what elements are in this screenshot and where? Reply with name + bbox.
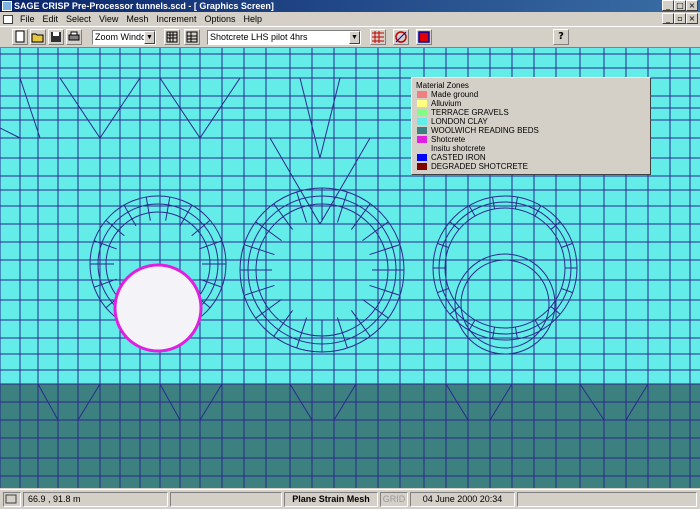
date-time: 04 June 2000 20:34 — [410, 492, 515, 507]
resize-grip-icon — [3, 492, 21, 507]
title-bar: SAGE CRISP Pre-Processor tunnels.scd - [… — [0, 0, 700, 12]
document-icon[interactable] — [3, 14, 13, 24]
table-view-icon[interactable] — [184, 29, 200, 45]
legend-label: WOOLWICH READING BEDS — [431, 126, 539, 135]
app-icon[interactable] — [2, 1, 12, 11]
doc-restore-button[interactable]: ▫ — [674, 13, 686, 24]
grid-toggle[interactable]: GRID — [380, 492, 408, 507]
legend-item: CASTED IRON — [416, 153, 646, 162]
zoom-select[interactable]: Zoom Window ▼ — [92, 30, 156, 45]
menu-mesh[interactable]: Mesh — [122, 12, 152, 26]
window-title: SAGE CRISP Pre-Processor tunnels.scd - [… — [14, 1, 274, 11]
status-empty-pane — [170, 492, 282, 507]
menu-bar: File Edit Select View Mesh Increment Opt… — [0, 12, 700, 26]
status-empty-pane — [517, 492, 697, 507]
legend-label: DEGRADED SHOTCRETE — [431, 162, 528, 171]
legend-title: Material Zones — [416, 81, 469, 90]
legend-swatch — [417, 145, 427, 152]
menu-select[interactable]: Select — [62, 12, 95, 26]
legend-label: Made ground — [431, 90, 479, 99]
legend-label: Shotcrete — [431, 135, 466, 144]
graphics-canvas[interactable]: Material Zones Made ground Alluvium TERRAC… — [0, 48, 700, 488]
legend-item: LONDON CLAY — [416, 117, 646, 126]
status-bar: 66.9 , 91.8 m Plane Strain Mesh GRID 04 … — [0, 489, 700, 509]
menu-increment[interactable]: Increment — [152, 12, 200, 26]
legend-swatch — [417, 109, 427, 116]
legend-item: DEGRADED SHOTCRETE — [416, 162, 646, 171]
chevron-down-icon[interactable]: ▼ — [144, 31, 155, 44]
legend-label: Alluvium — [431, 99, 462, 108]
menu-options[interactable]: Options — [200, 12, 239, 26]
context-help-button[interactable]: ? — [553, 29, 569, 45]
legend-label: TERRACE GRAVELS — [431, 108, 509, 117]
woolwich-zone — [0, 384, 700, 488]
menu-help[interactable]: Help — [239, 12, 266, 26]
increment-select[interactable]: Shotcrete LHS pilot 4hrs ▼ — [207, 30, 361, 45]
material-zones-legend: Material Zones Made ground Alluvium TERRAC… — [411, 77, 651, 175]
menu-view[interactable]: View — [95, 12, 122, 26]
print-icon[interactable] — [66, 29, 82, 45]
new-file-icon[interactable] — [12, 29, 28, 45]
menu-file[interactable]: File — [16, 12, 39, 26]
legend-label: LONDON CLAY — [431, 117, 488, 126]
document-window-controls: _ ▫ × — [662, 13, 698, 24]
open-folder-icon[interactable] — [30, 29, 46, 45]
increment-select-value: Shotcrete LHS pilot 4hrs — [210, 32, 308, 42]
toolbar: Zoom Window ▼ Shotcrete LHS pilot 4hrs ▼… — [0, 26, 700, 48]
legend-item: Shotcrete — [416, 135, 646, 144]
maximize-button[interactable]: □ — [674, 0, 686, 11]
grid-view-icon[interactable] — [164, 29, 180, 45]
legend-item: WOOLWICH READING BEDS — [416, 126, 646, 135]
coordinate-readout: 66.9 , 91.8 m — [23, 492, 168, 507]
legend-item: Alluvium — [416, 99, 646, 108]
doc-minimize-button[interactable]: _ — [662, 13, 674, 24]
minimize-button[interactable]: _ — [662, 0, 674, 11]
legend-label: CASTED IRON — [431, 153, 486, 162]
legend-item: Made ground — [416, 90, 646, 99]
save-icon[interactable] — [48, 29, 64, 45]
menu-edit[interactable]: Edit — [39, 12, 63, 26]
close-button[interactable]: × — [686, 0, 698, 11]
legend-label: Insitu shotcrete — [431, 144, 486, 153]
analysis-type: Plane Strain Mesh — [284, 492, 378, 507]
legend-swatch — [417, 136, 427, 143]
shotcrete-lined-pilot-tunnel — [113, 263, 203, 353]
legend-swatch — [417, 91, 427, 98]
window-controls: _ □ × — [662, 0, 698, 11]
legend-swatch — [417, 154, 427, 161]
help-question-icon: ? — [558, 31, 564, 42]
material-tool-icon[interactable] — [416, 29, 432, 45]
legend-item: TERRACE GRAVELS — [416, 108, 646, 117]
legend-item: Insitu shotcrete — [416, 144, 646, 153]
chevron-down-icon[interactable]: ▼ — [349, 31, 360, 44]
tunnel-tool-icon[interactable] — [393, 29, 409, 45]
legend-swatch — [417, 163, 427, 170]
legend-swatch — [417, 100, 427, 107]
doc-close-button[interactable]: × — [686, 13, 698, 24]
mesh-tool-icon[interactable] — [370, 29, 386, 45]
legend-swatch — [417, 118, 427, 125]
legend-swatch — [417, 127, 427, 134]
